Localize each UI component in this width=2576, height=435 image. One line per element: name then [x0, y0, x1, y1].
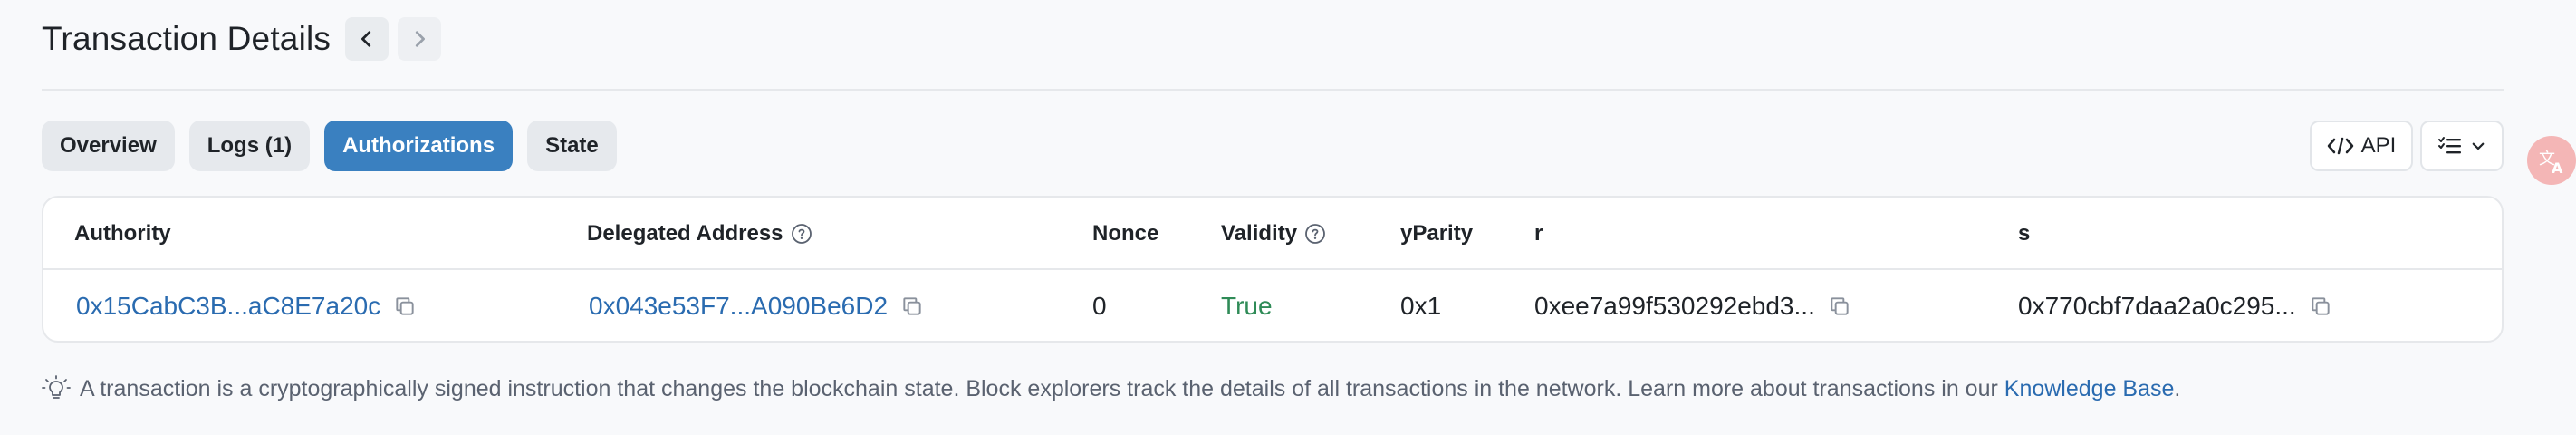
- cell-authority: 0x15CabC3B...aC8E7a20c: [76, 270, 417, 343]
- header-divider: [42, 89, 2504, 91]
- copy-icon[interactable]: [393, 295, 417, 318]
- r-value: 0xee7a99f530292ebd3...: [1534, 292, 1815, 320]
- translate-icon[interactable]: 文 A: [2527, 136, 2576, 185]
- cell-nonce: 0: [1092, 292, 1107, 320]
- s-value: 0x770cbf7daa2a0c295...: [2018, 292, 2296, 320]
- header-authority: Authority: [74, 221, 171, 246]
- lightbulb-icon: [42, 375, 71, 399]
- tab-state[interactable]: State: [527, 121, 617, 171]
- header-validity: Validity: [1221, 198, 1326, 270]
- tab-logs[interactable]: Logs (1): [188, 121, 311, 171]
- authorizations-table: Authority Delegated Address Nonce Validi…: [42, 196, 2504, 343]
- info-note: A transaction is a cryptographically sig…: [42, 375, 2180, 402]
- api-label: API: [2360, 133, 2397, 158]
- authority-link[interactable]: 0x15CabC3B...aC8E7a20c: [76, 292, 380, 321]
- info-icon[interactable]: [791, 223, 812, 245]
- table-header-row: Authority Delegated Address Nonce Validi…: [43, 198, 2502, 270]
- chevron-down-icon: [2472, 142, 2485, 150]
- cell-delegated-address: 0x043e53F7...A090Be6D2: [589, 270, 924, 343]
- cell-r: 0xee7a99f530292ebd3...: [1534, 270, 1851, 343]
- tab-bar: Overview Logs (1) Authorizations State: [42, 121, 617, 171]
- page-header: Transaction Details: [42, 16, 442, 62]
- knowledge-base-link[interactable]: Knowledge Base: [2004, 376, 2175, 401]
- chevron-right-icon: [416, 31, 426, 47]
- header-nonce: Nonce: [1092, 221, 1159, 246]
- next-button[interactable]: [398, 17, 442, 61]
- header-r: r: [1534, 221, 1543, 246]
- header-delegated-address: Delegated Address: [587, 198, 812, 270]
- cell-yparity: 0x1: [1400, 292, 1442, 320]
- header-yparity: yParity: [1400, 221, 1474, 246]
- toolbar: API: [2310, 121, 2504, 171]
- chevron-left-icon: [361, 31, 371, 47]
- tab-overview[interactable]: Overview: [42, 121, 175, 171]
- copy-icon[interactable]: [1828, 295, 1851, 318]
- api-button[interactable]: API: [2310, 121, 2413, 171]
- copy-icon[interactable]: [2309, 295, 2332, 318]
- tab-authorizations[interactable]: Authorizations: [324, 121, 514, 171]
- code-icon: [2327, 137, 2353, 155]
- header-s: s: [2018, 221, 2031, 246]
- columns-menu-button[interactable]: [2420, 121, 2504, 171]
- copy-icon[interactable]: [900, 295, 924, 318]
- list-check-icon: [2438, 137, 2461, 154]
- delegated-address-link[interactable]: 0x043e53F7...A090Be6D2: [589, 292, 888, 321]
- transaction-details-page: Transaction Details Overview Logs (1) Au…: [0, 0, 2576, 435]
- cell-validity: True: [1221, 292, 1273, 320]
- info-note-text: A transaction is a cryptographically sig…: [80, 375, 2181, 401]
- page-title: Transaction Details: [42, 20, 332, 57]
- prev-button[interactable]: [345, 17, 389, 61]
- info-icon[interactable]: [1304, 223, 1326, 245]
- cell-s: 0x770cbf7daa2a0c295...: [2018, 270, 2332, 343]
- svg-text:A: A: [2552, 160, 2563, 177]
